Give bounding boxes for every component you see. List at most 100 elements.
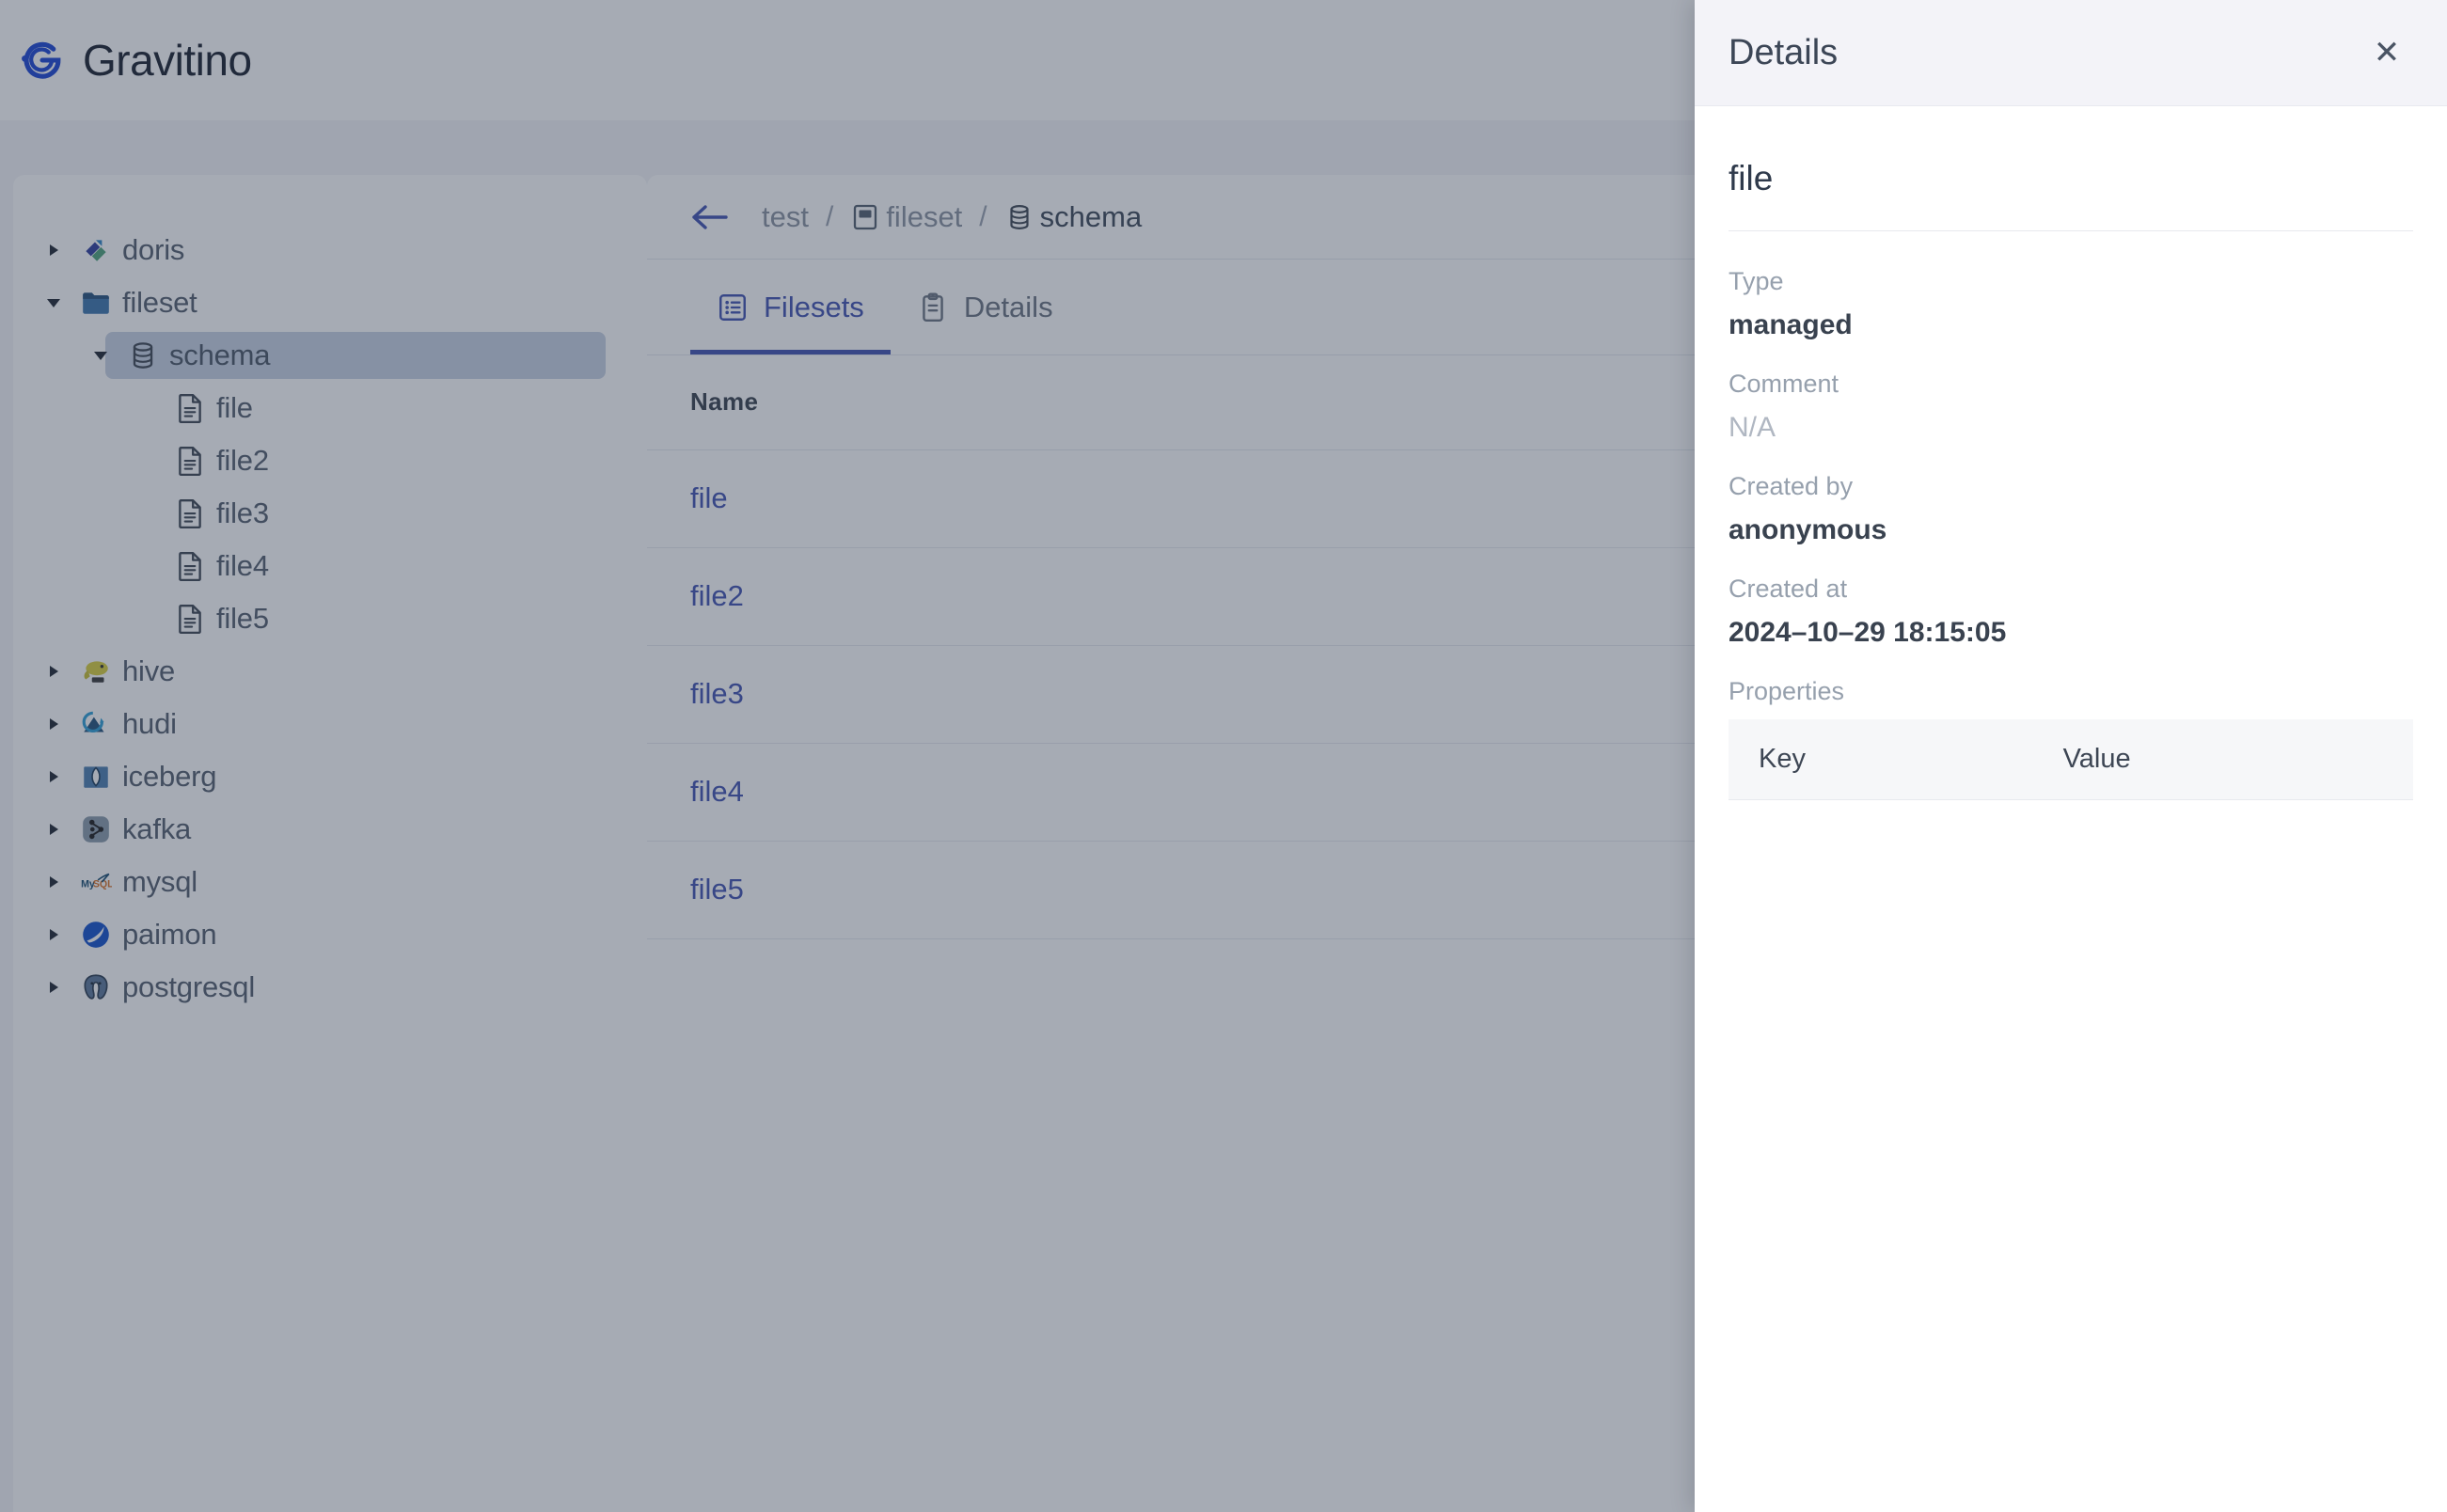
entity-name: file [1729, 159, 2413, 231]
close-icon[interactable]: ✕ [2360, 26, 2413, 79]
breadcrumb-separator: / [809, 201, 850, 233]
properties-table: KeyValue [1729, 719, 2413, 800]
field-created-by: Created by anonymous [1729, 472, 2413, 546]
schema-icon [1004, 202, 1034, 232]
mysql-icon: My SQL [75, 866, 117, 898]
sidebar-item-label: file2 [211, 444, 269, 478]
sidebar-item-label: doris [117, 233, 184, 267]
iceberg-icon [75, 761, 117, 793]
chevron-down-icon[interactable] [79, 352, 122, 360]
sidebar-item-file[interactable]: file [13, 382, 647, 434]
paimon-icon [75, 919, 117, 951]
field-label: Created by [1729, 472, 2413, 501]
chevron-right-icon[interactable] [32, 666, 75, 677]
file-icon [169, 603, 211, 635]
postgresql-icon [75, 971, 117, 1003]
field-comment: Comment N/A [1729, 370, 2413, 444]
doris-icon [75, 234, 117, 266]
sidebar-item-label: iceberg [117, 760, 216, 794]
properties-label: Properties [1729, 677, 2413, 706]
breadcrumb-item-schema[interactable]: schema [1004, 200, 1143, 234]
sidebar-item-paimon[interactable]: paimon [13, 908, 647, 961]
sidebar-item-file5[interactable]: file5 [13, 592, 647, 645]
kafka-icon [75, 813, 117, 845]
breadcrumb-list: test/ fileset/ schema [762, 200, 1142, 234]
field-value: N/A [1729, 412, 2413, 444]
sidebar-item-label: file3 [211, 496, 269, 530]
file-icon [169, 392, 211, 424]
sidebar-item-schema[interactable]: schema [13, 329, 647, 382]
field-label: Comment [1729, 370, 2413, 399]
breadcrumb-label: fileset [886, 200, 962, 234]
chevron-right-icon[interactable] [32, 244, 75, 256]
clipboard-icon [917, 291, 949, 323]
sidebar-item-label: postgresql [117, 970, 255, 1004]
details-drawer: Details ✕ file TypemanagedCommentN/ACrea… [1695, 0, 2447, 1512]
sidebar-item-fileset[interactable]: fileset [13, 276, 647, 329]
drawer-body: file TypemanagedCommentN/ACreated byanon… [1695, 106, 2447, 800]
breadcrumb-separator: / [962, 201, 1003, 233]
fileset-link[interactable]: file3 [690, 677, 744, 710]
sidebar-item-doris[interactable]: doris [13, 224, 647, 276]
brand[interactable]: Gravitino [17, 35, 252, 86]
sidebar-item-label: hive [117, 654, 175, 688]
chevron-right-icon[interactable] [32, 929, 75, 940]
sidebar-item-iceberg[interactable]: iceberg [13, 750, 647, 803]
fileset-link[interactable]: file2 [690, 579, 744, 612]
catalog-icon [850, 202, 880, 232]
chevron-right-icon[interactable] [32, 824, 75, 835]
sidebar-item-label: file [211, 391, 253, 425]
chevron-right-icon[interactable] [32, 718, 75, 730]
tab-filesets[interactable]: Filesets [690, 260, 891, 354]
fileset-link[interactable]: file4 [690, 775, 744, 808]
fileset-link[interactable]: file5 [690, 873, 744, 906]
sidebar-item-label: file4 [211, 549, 269, 583]
hive-icon [75, 655, 117, 687]
field-created-at: Created at 2024–10–29 18:15:05 [1729, 575, 2413, 649]
svg-text:SQL: SQL [93, 878, 112, 890]
sidebar-item-mysql[interactable]: My SQL mysql [13, 856, 647, 908]
breadcrumb-item-test[interactable]: test [762, 200, 809, 234]
breadcrumb-label: schema [1040, 200, 1143, 234]
fileset-link[interactable]: file [690, 481, 728, 514]
drawer-title: Details [1729, 33, 1838, 73]
sidebar-item-label: mysql [117, 865, 197, 899]
field-label: Created at [1729, 575, 2413, 604]
properties-column-key: Key [1729, 719, 2037, 800]
sidebar-item-label: paimon [117, 918, 216, 952]
sidebar-item-postgresql[interactable]: postgresql [13, 961, 647, 1014]
file-icon [169, 497, 211, 529]
sidebar-item-file3[interactable]: file3 [13, 487, 647, 540]
breadcrumb-label: test [762, 200, 809, 234]
field-value: 2024–10–29 18:15:05 [1729, 617, 2413, 649]
drawer-header: Details ✕ [1695, 0, 2447, 106]
sidebar-item-kafka[interactable]: kafka [13, 803, 647, 856]
chevron-down-icon[interactable] [32, 299, 75, 307]
sidebar-item-label: file5 [211, 602, 269, 636]
field-label: Type [1729, 267, 2413, 296]
sidebar-item-hudi[interactable]: hudi [13, 698, 647, 750]
sidebar-item-file2[interactable]: file2 [13, 434, 647, 487]
schema-icon [122, 339, 164, 371]
chevron-right-icon[interactable] [32, 876, 75, 888]
sidebar-item-hive[interactable]: hive [13, 645, 647, 698]
sidebar-item-label: hudi [117, 707, 177, 741]
tab-details[interactable]: Details [891, 260, 1080, 354]
properties-header-row: KeyValue [1729, 719, 2413, 800]
folder-icon [75, 287, 117, 319]
gravitino-logo-icon [17, 35, 68, 86]
sidebar-item-file4[interactable]: file4 [13, 540, 647, 592]
chevron-right-icon[interactable] [32, 771, 75, 782]
list-icon [717, 291, 749, 323]
arrow-left-icon[interactable] [690, 203, 728, 231]
chevron-right-icon[interactable] [32, 982, 75, 993]
properties-column-value: Value [2037, 719, 2413, 800]
hudi-icon [75, 708, 117, 740]
detail-fields: TypemanagedCommentN/ACreated byanonymous… [1729, 267, 2413, 649]
field-value: anonymous [1729, 514, 2413, 546]
tab-label: Details [964, 291, 1053, 324]
file-icon [169, 445, 211, 477]
catalog-tree-panel: doris fileset schema file file2 file3 [13, 175, 647, 1512]
sidebar-item-label: schema [164, 339, 270, 372]
breadcrumb-item-fileset[interactable]: fileset [850, 200, 962, 234]
